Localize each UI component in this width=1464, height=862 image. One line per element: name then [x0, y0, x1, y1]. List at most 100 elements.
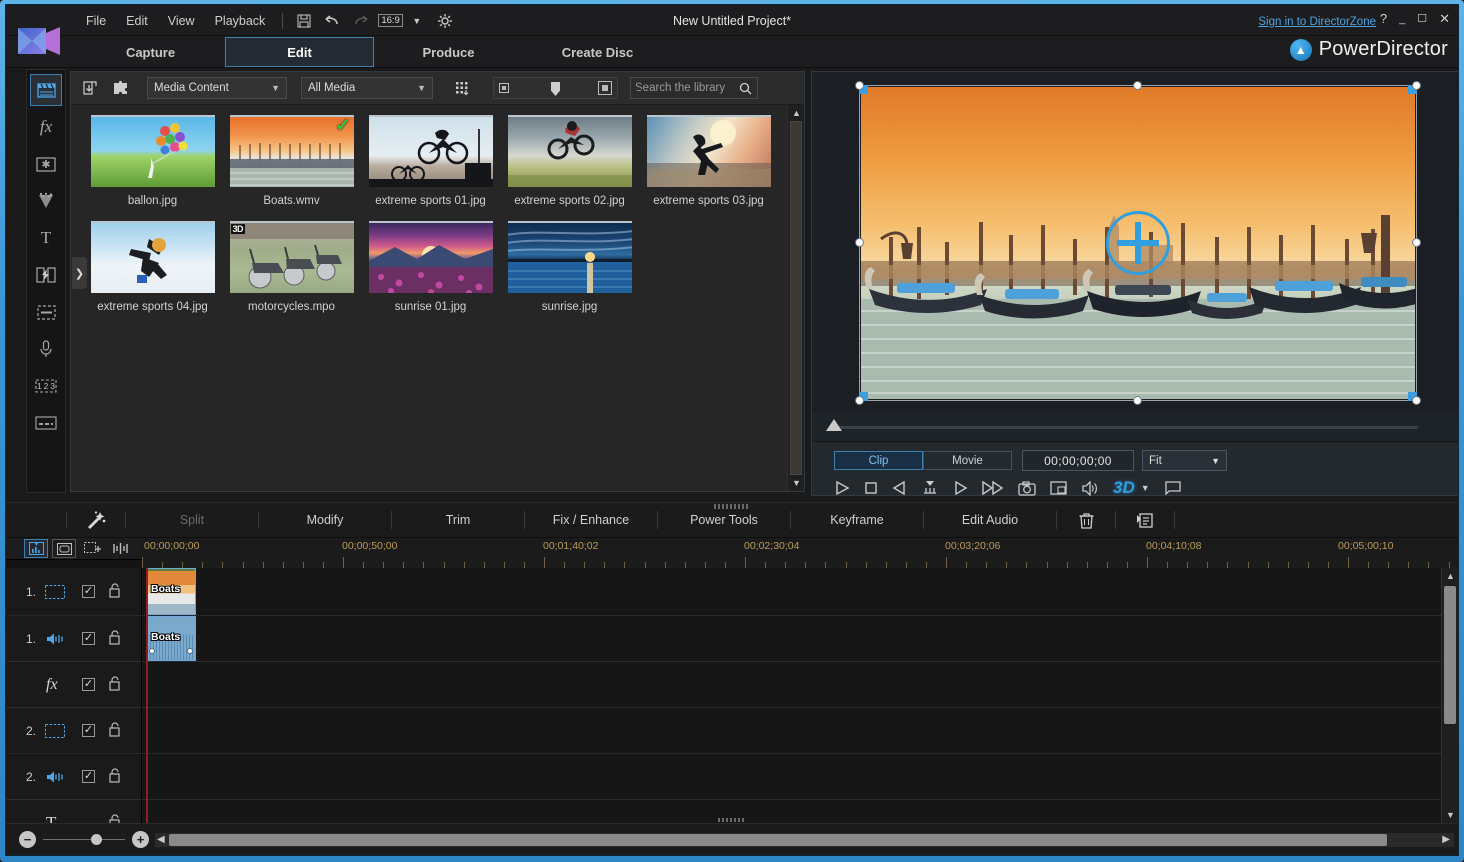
scroll-left-arrow-icon[interactable]: ◀ [157, 834, 165, 845]
timeline-horizontal-scrollbar[interactable]: ◀ ▶ [155, 832, 1454, 847]
scroll-right-arrow-icon[interactable]: ▶ [1442, 834, 1450, 845]
scrollbar-thumb[interactable] [1444, 586, 1456, 724]
track-enable-checkbox[interactable]: ✓ [82, 770, 95, 783]
notes-button[interactable] [1116, 502, 1174, 538]
preview-frame[interactable] [854, 80, 1421, 405]
effect-room-icon[interactable]: fx [30, 111, 62, 143]
chevron-down-icon[interactable]: ▼ [406, 10, 428, 31]
scrollbar-thumb[interactable] [169, 833, 1387, 846]
media-item[interactable]: 3D motorcycles.mpo [222, 221, 361, 313]
snapshot-button[interactable] [1018, 478, 1036, 498]
scroll-up-arrow-icon[interactable]: ▲ [1442, 568, 1458, 584]
undo-icon[interactable] [321, 10, 343, 31]
track-lane[interactable] [142, 708, 1441, 753]
preview-image[interactable] [860, 86, 1415, 399]
thumbnail[interactable]: 3D [229, 221, 354, 293]
tab-edit[interactable]: Edit [225, 37, 374, 67]
title-room-icon[interactable]: T [30, 222, 62, 254]
media-content-select[interactable]: Media Content ▼ [147, 77, 287, 99]
import-media-icon[interactable] [77, 76, 103, 100]
undock-preview-button[interactable] [1164, 478, 1182, 498]
media-item[interactable]: extreme sports 01.jpg [361, 115, 500, 207]
track-lane[interactable]: Boats [142, 568, 1441, 615]
trim-button[interactable]: Trim [392, 502, 524, 538]
tab-create-disc[interactable]: Create Disc [523, 37, 672, 67]
media-filter-select[interactable]: All Media ▼ [301, 77, 433, 99]
previous-frame-button[interactable] [892, 478, 908, 498]
library-scrollbar[interactable]: ▲ ▼ [787, 105, 804, 491]
media-room-icon[interactable] [30, 74, 62, 106]
collapse-library-button[interactable]: ❯ [72, 257, 87, 289]
timeline-vertical-scrollbar[interactable]: ▲ ▼ [1441, 568, 1458, 823]
minimize-button[interactable]: _ [1399, 13, 1405, 25]
particle-room-icon[interactable] [30, 185, 62, 217]
menu-view[interactable]: View [158, 9, 205, 33]
scroll-down-arrow-icon[interactable]: ▼ [788, 475, 805, 491]
track-lock-icon[interactable] [108, 582, 121, 601]
timeline-playhead[interactable] [146, 568, 148, 823]
pip-window-button[interactable] [1050, 478, 1067, 498]
resize-handle-middle-right[interactable] [1411, 237, 1421, 247]
slider-knob[interactable] [551, 82, 560, 96]
resize-handle-top-left[interactable] [854, 80, 864, 90]
3d-mode-button[interactable]: 3D [1113, 478, 1135, 498]
track-lock-icon[interactable] [108, 767, 121, 786]
stop-button[interactable] [864, 478, 878, 498]
menu-file[interactable]: File [76, 9, 116, 33]
tab-movie[interactable]: Movie [923, 451, 1012, 470]
thumbnail[interactable] [507, 221, 632, 293]
resize-handle-bottom-right[interactable] [1411, 395, 1421, 405]
thumbnail[interactable] [368, 221, 493, 293]
timeline-grip[interactable] [718, 818, 746, 822]
track-lane[interactable]: Boats [142, 616, 1441, 661]
scrub-track[interactable] [832, 426, 1418, 429]
thumbnail[interactable] [368, 115, 493, 187]
clip-handle[interactable] [187, 648, 193, 654]
scrollbar-thumb[interactable] [790, 121, 802, 475]
menu-playback[interactable]: Playback [205, 9, 276, 33]
resize-handle-top-center[interactable] [1132, 80, 1142, 90]
search-field[interactable] [635, 82, 739, 94]
preview-zoom-select[interactable]: Fit ▼ [1142, 450, 1227, 471]
sync-tracks-button[interactable] [108, 539, 132, 558]
close-button[interactable]: ✕ [1439, 12, 1450, 25]
preview-scrub-row[interactable] [812, 413, 1458, 441]
audio-mixing-room-icon[interactable] [30, 296, 62, 328]
play-button[interactable] [834, 478, 850, 498]
zoom-in-icon[interactable]: + [132, 831, 149, 848]
timeline-clip-audio[interactable]: Boats [146, 616, 196, 661]
magic-tools-button[interactable] [67, 502, 125, 538]
track-lock-icon[interactable] [108, 629, 121, 648]
track-lane[interactable] [142, 662, 1441, 707]
thumbnail[interactable] [507, 115, 632, 187]
search-input[interactable] [630, 77, 758, 99]
panel-grip[interactable] [714, 504, 750, 509]
timeline-clip-video[interactable]: Boats [146, 568, 196, 615]
storyboard-view-button[interactable] [52, 539, 76, 558]
preferences-gear-icon[interactable] [434, 10, 456, 31]
redo-icon[interactable] [349, 10, 371, 31]
media-item[interactable]: extreme sports 04.jpg [83, 221, 222, 313]
track-lane[interactable] [142, 754, 1441, 799]
volume-button[interactable] [1081, 478, 1099, 498]
track-lock-icon[interactable] [108, 721, 121, 740]
step-marker-button[interactable] [922, 478, 938, 498]
voice-over-room-icon[interactable] [30, 333, 62, 365]
track-row-audio-2[interactable]: 2. ✓ [6, 754, 1441, 800]
delete-button[interactable] [1057, 502, 1115, 538]
resize-handle-bottom-center[interactable] [1132, 395, 1142, 405]
fix-enhance-button[interactable]: Fix / Enhance [525, 502, 657, 538]
transition-room-icon[interactable] [30, 259, 62, 291]
directorzone-signin-link[interactable]: Sign in to DirectorZone [1258, 16, 1376, 28]
split-button[interactable]: Split [126, 502, 258, 538]
preview-timecode[interactable]: 00;00;00;00 [1022, 450, 1134, 471]
track-header[interactable]: 2. ✓ [6, 708, 142, 753]
thumbnail-size-slider[interactable] [493, 77, 642, 99]
track-row-video-1[interactable]: 1. ✓ Boats [6, 568, 1441, 616]
track-header[interactable]: 1. ✓ [6, 616, 142, 661]
clip-handle[interactable] [149, 648, 155, 654]
zoom-slider-knob[interactable] [91, 834, 102, 845]
thumbnail[interactable]: ✓ [229, 115, 354, 187]
track-header[interactable]: 2. ✓ [6, 754, 142, 799]
plugin-puzzle-icon[interactable] [107, 76, 133, 100]
